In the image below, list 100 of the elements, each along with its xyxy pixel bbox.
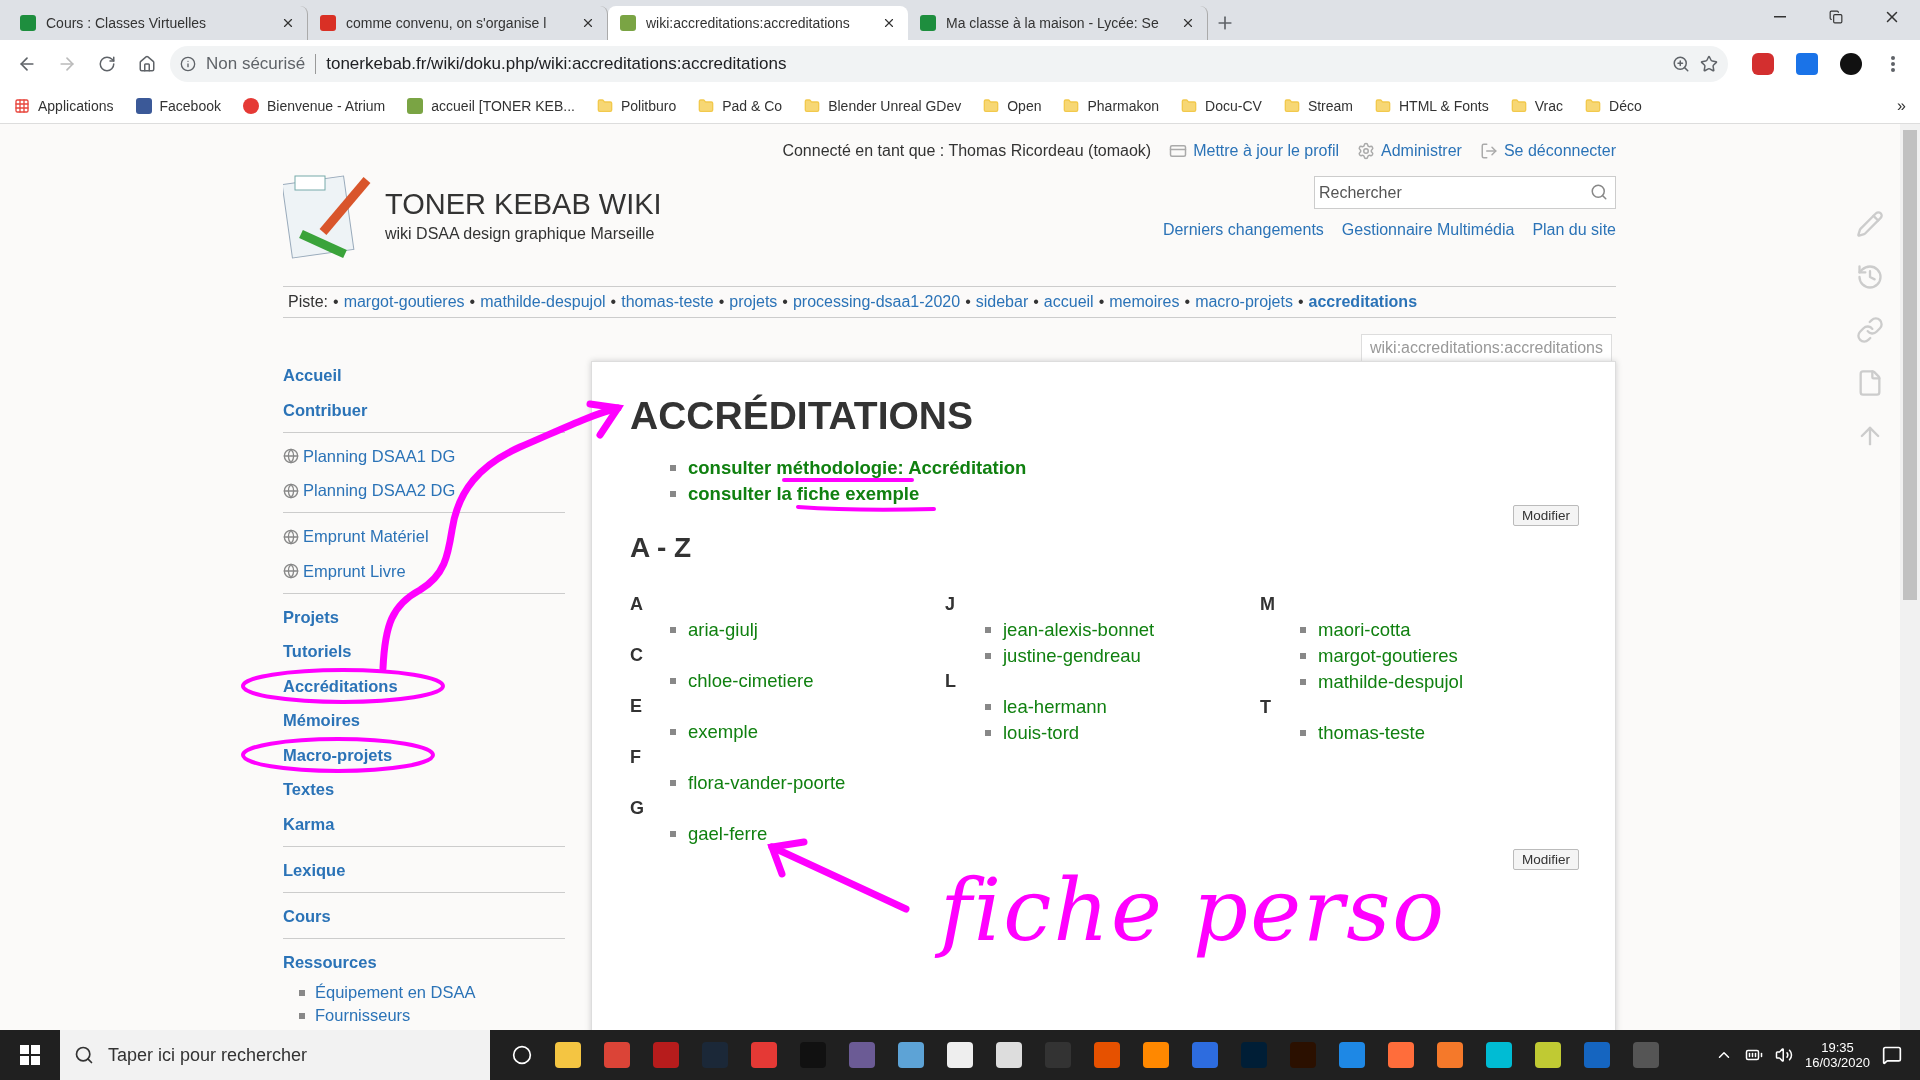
app-icon[interactable]: [555, 1042, 581, 1068]
notification-icon[interactable]: [1882, 1045, 1902, 1065]
nav-link[interactable]: Emprunt Livre: [283, 561, 406, 581]
breadcrumb-link[interactable]: processing-dsaa1-2020: [792, 293, 961, 311]
nav-link[interactable]: Mémoires: [283, 711, 361, 730]
user-link[interactable]: Se déconnecter: [1479, 142, 1616, 160]
app-icon[interactable]: [1535, 1042, 1561, 1068]
breadcrumb-link[interactable]: thomas-teste: [621, 293, 714, 311]
nav-link[interactable]: Macro-projets: [283, 745, 393, 765]
student-link[interactable]: chloe-cimetiere: [688, 670, 814, 692]
student-link[interactable]: margot-goutieres: [1318, 645, 1458, 667]
task-view-icon[interactable]: [512, 1045, 532, 1065]
app-icon[interactable]: [1486, 1042, 1512, 1068]
close-icon[interactable]: [882, 16, 896, 30]
app-icon[interactable]: [1094, 1042, 1120, 1068]
bookmark-item[interactable]: Politburo: [596, 97, 677, 114]
close-icon[interactable]: [281, 16, 295, 30]
intro-link[interactable]: méthodologie: Accréditation: [776, 457, 1027, 479]
search-field[interactable]: Rechercher: [1314, 176, 1616, 209]
bookmark-item[interactable]: HTML & Fonts: [1375, 97, 1489, 114]
breadcrumb-link[interactable]: accreditations: [1308, 293, 1418, 311]
bookmark-item[interactable]: Open: [983, 97, 1042, 114]
app-icon[interactable]: [1143, 1042, 1169, 1068]
app-icon[interactable]: [751, 1042, 777, 1068]
nav-link[interactable]: Projets: [283, 607, 339, 627]
bookmark-item[interactable]: Pad & Co: [698, 97, 783, 114]
volume-icon[interactable]: [1774, 1046, 1793, 1064]
nav-link[interactable]: Lexique: [283, 860, 346, 880]
site-link[interactable]: Gestionnaire Multimédia: [1341, 221, 1515, 239]
student-link[interactable]: flora-vander-poorte: [688, 772, 846, 794]
windows-logo-icon[interactable]: [20, 1045, 40, 1065]
breadcrumb-link[interactable]: projets: [729, 293, 778, 311]
app-icon[interactable]: [1339, 1042, 1365, 1068]
info-icon[interactable]: [180, 56, 196, 72]
breadcrumb-link[interactable]: mathilde-despujol: [480, 293, 606, 311]
bookmark-item[interactable]: accueil [TONER KEB...: [407, 97, 575, 114]
app-icon[interactable]: [653, 1042, 679, 1068]
bookmark-item[interactable]: Docu-CV: [1181, 97, 1262, 114]
site-link[interactable]: Plan du site: [1532, 221, 1616, 239]
breadcrumb-link[interactable]: memoires: [1109, 293, 1180, 311]
app-icon[interactable]: [947, 1042, 973, 1068]
zoom-icon[interactable]: [1672, 55, 1690, 73]
student-link[interactable]: maori-cotta: [1318, 619, 1411, 641]
taskbar-search-field[interactable]: Taper ici pour rechercher: [60, 1030, 490, 1080]
app-icon[interactable]: [1388, 1042, 1414, 1068]
user-link[interactable]: Mettre à jour le profil: [1169, 142, 1339, 160]
nav-link[interactable]: Tutoriels: [283, 642, 352, 661]
app-icon[interactable]: [849, 1042, 875, 1068]
app-icon[interactable]: [996, 1042, 1022, 1068]
edit-button[interactable]: Modifier: [1513, 505, 1579, 526]
app-icon[interactable]: [898, 1042, 924, 1068]
student-link[interactable]: jean-alexis-bonnet: [1003, 619, 1155, 641]
app-icon[interactable]: [702, 1042, 728, 1068]
search-icon[interactable]: [1590, 183, 1608, 201]
nav-link[interactable]: Ressources: [283, 952, 377, 972]
bookmark-item[interactable]: Blender Unreal GDev: [804, 97, 962, 114]
link-icon[interactable]: [1856, 316, 1884, 344]
bookmark-item[interactable]: Facebook: [135, 97, 221, 114]
nav-link[interactable]: Fournisseurs: [315, 1006, 411, 1025]
bookmark-item[interactable]: Bienvenue - Atrium: [243, 97, 386, 114]
bookmark-item[interactable]: Applications: [14, 97, 114, 114]
student-link[interactable]: mathilde-despujol: [1318, 671, 1463, 693]
nav-link[interactable]: Accueil: [283, 366, 342, 385]
profile-avatar[interactable]: [1840, 53, 1862, 75]
nav-link[interactable]: Contribuer: [283, 400, 368, 420]
nav-link[interactable]: Équipement en DSAA: [315, 983, 476, 1002]
student-link[interactable]: lea-hermann: [1003, 696, 1107, 718]
app-icon[interactable]: [1241, 1042, 1267, 1068]
student-link[interactable]: exemple: [688, 721, 758, 743]
nav-link[interactable]: Accréditations: [283, 676, 398, 696]
bookmark-item[interactable]: Vrac: [1510, 97, 1563, 114]
student-link[interactable]: aria-giulj: [688, 619, 758, 641]
scrollbar[interactable]: [1900, 124, 1920, 1030]
clock[interactable]: 19:35 16/03/2020: [1804, 1040, 1870, 1070]
app-icon[interactable]: [1584, 1042, 1610, 1068]
student-link[interactable]: justine-gendreau: [1003, 645, 1141, 667]
nav-link[interactable]: Emprunt Matériel: [283, 527, 429, 546]
app-icon[interactable]: [1437, 1042, 1463, 1068]
more-bookmarks-button[interactable]: »: [1897, 96, 1906, 115]
edit-button[interactable]: Modifier: [1513, 849, 1579, 870]
student-link[interactable]: gael-ferre: [688, 823, 768, 845]
close-icon[interactable]: [1181, 16, 1195, 30]
nav-link[interactable]: Karma: [283, 814, 335, 834]
bookmark-star-icon[interactable]: [1700, 55, 1718, 73]
breadcrumb-link[interactable]: sidebar: [975, 293, 1029, 311]
browser-tab[interactable]: wiki:accreditations:accreditations: [608, 6, 908, 40]
site-link[interactable]: Derniers changements: [1162, 221, 1324, 239]
history-icon[interactable]: [1856, 263, 1884, 291]
bookmark-item[interactable]: Stream: [1283, 97, 1353, 114]
student-link[interactable]: thomas-teste: [1318, 722, 1425, 744]
square-extension-icon[interactable]: [1796, 53, 1818, 75]
app-icon[interactable]: [1633, 1042, 1659, 1068]
address-bar[interactable]: Non sécurisé tonerkebab.fr/wiki/doku.php/wiki:accreditations:accreditations: [170, 46, 1728, 82]
nav-link[interactable]: Textes: [283, 780, 335, 799]
app-icon[interactable]: [604, 1042, 630, 1068]
student-link[interactable]: louis-tord: [1003, 722, 1080, 744]
octagon-extension-icon[interactable]: [1752, 53, 1774, 75]
breadcrumb-link[interactable]: accueil: [1043, 293, 1094, 311]
bookmark-item[interactable]: Déco: [1585, 97, 1642, 114]
breadcrumb-link[interactable]: margot-goutieres: [343, 293, 465, 311]
